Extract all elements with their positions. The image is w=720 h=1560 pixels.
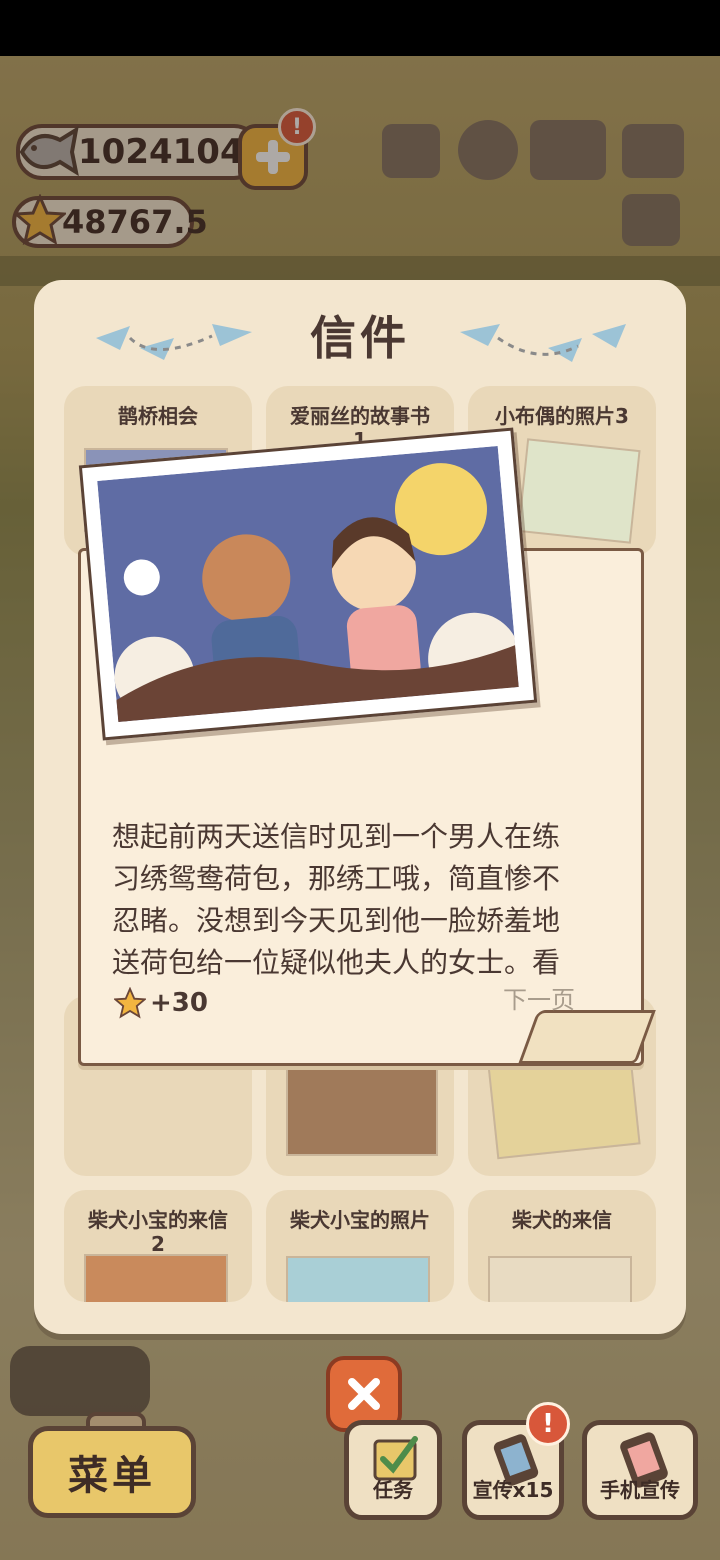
letter-line: 忍睹。没想到今天见到他一脸娇羞地 <box>112 904 561 937</box>
letter-card[interactable]: 柴犬小宝的来信 2 <box>64 1190 252 1302</box>
phone-promo-button[interactable]: 手机宣传 <box>582 1420 698 1520</box>
letter-card[interactable]: 柴犬小宝的照片 <box>266 1190 454 1302</box>
card-thumbnail <box>517 438 641 544</box>
card-thumbnail <box>84 1254 228 1302</box>
status-bar <box>0 0 720 56</box>
card-title: 柴犬小宝的照片 <box>290 1208 430 1232</box>
qixi-illustration <box>97 445 521 723</box>
letter-line: 送荷包给一位疑似他夫人的女士。看 <box>112 946 561 979</box>
card-thumbnail <box>286 1256 430 1302</box>
card-thumbnail <box>488 1256 632 1302</box>
letter-card[interactable]: 柴犬的来信 <box>468 1190 656 1302</box>
phone-promo-label: 手机宣传 <box>600 1478 680 1502</box>
star-icon <box>114 987 146 1019</box>
promo-label: 宣传x15 <box>472 1478 554 1502</box>
paper-curl <box>518 1010 656 1064</box>
paper-plane-decor-icon <box>96 324 252 360</box>
letter-line: 想起前两天送信时见到一个男人在练 <box>112 820 561 853</box>
close-icon <box>348 1378 380 1410</box>
task-button[interactable]: 任务 <box>344 1420 442 1520</box>
card-title: 柴犬小宝的来信 2 <box>88 1208 228 1256</box>
letter-photo <box>78 427 538 741</box>
letter-line: 习绣鸳鸯荷包，那绣工哦，简直惨不 <box>112 862 561 895</box>
card-title: 鹊桥相会 <box>118 404 198 428</box>
promo-alert-badge: ! <box>526 1402 570 1446</box>
paper-plane-decor-icon <box>460 324 626 362</box>
card-title: 小布偶的照片3 <box>495 404 629 428</box>
card-thumbnail <box>90 1056 230 1136</box>
reward: +30 <box>114 986 208 1020</box>
card-thumbnail <box>286 1056 438 1156</box>
card-title: 柴犬的来信 <box>512 1208 612 1232</box>
task-label: 任务 <box>373 1478 413 1502</box>
menu-button[interactable]: 菜单 <box>28 1426 196 1518</box>
reward-amount: +30 <box>150 988 208 1018</box>
letter-text: 想起前两天送信时见到一个男人在练 习绣鸳鸯荷包，那绣工哦，简直惨不 忍睹。没想到… <box>112 816 612 984</box>
next-page-button[interactable]: 下一页 <box>503 980 575 1015</box>
